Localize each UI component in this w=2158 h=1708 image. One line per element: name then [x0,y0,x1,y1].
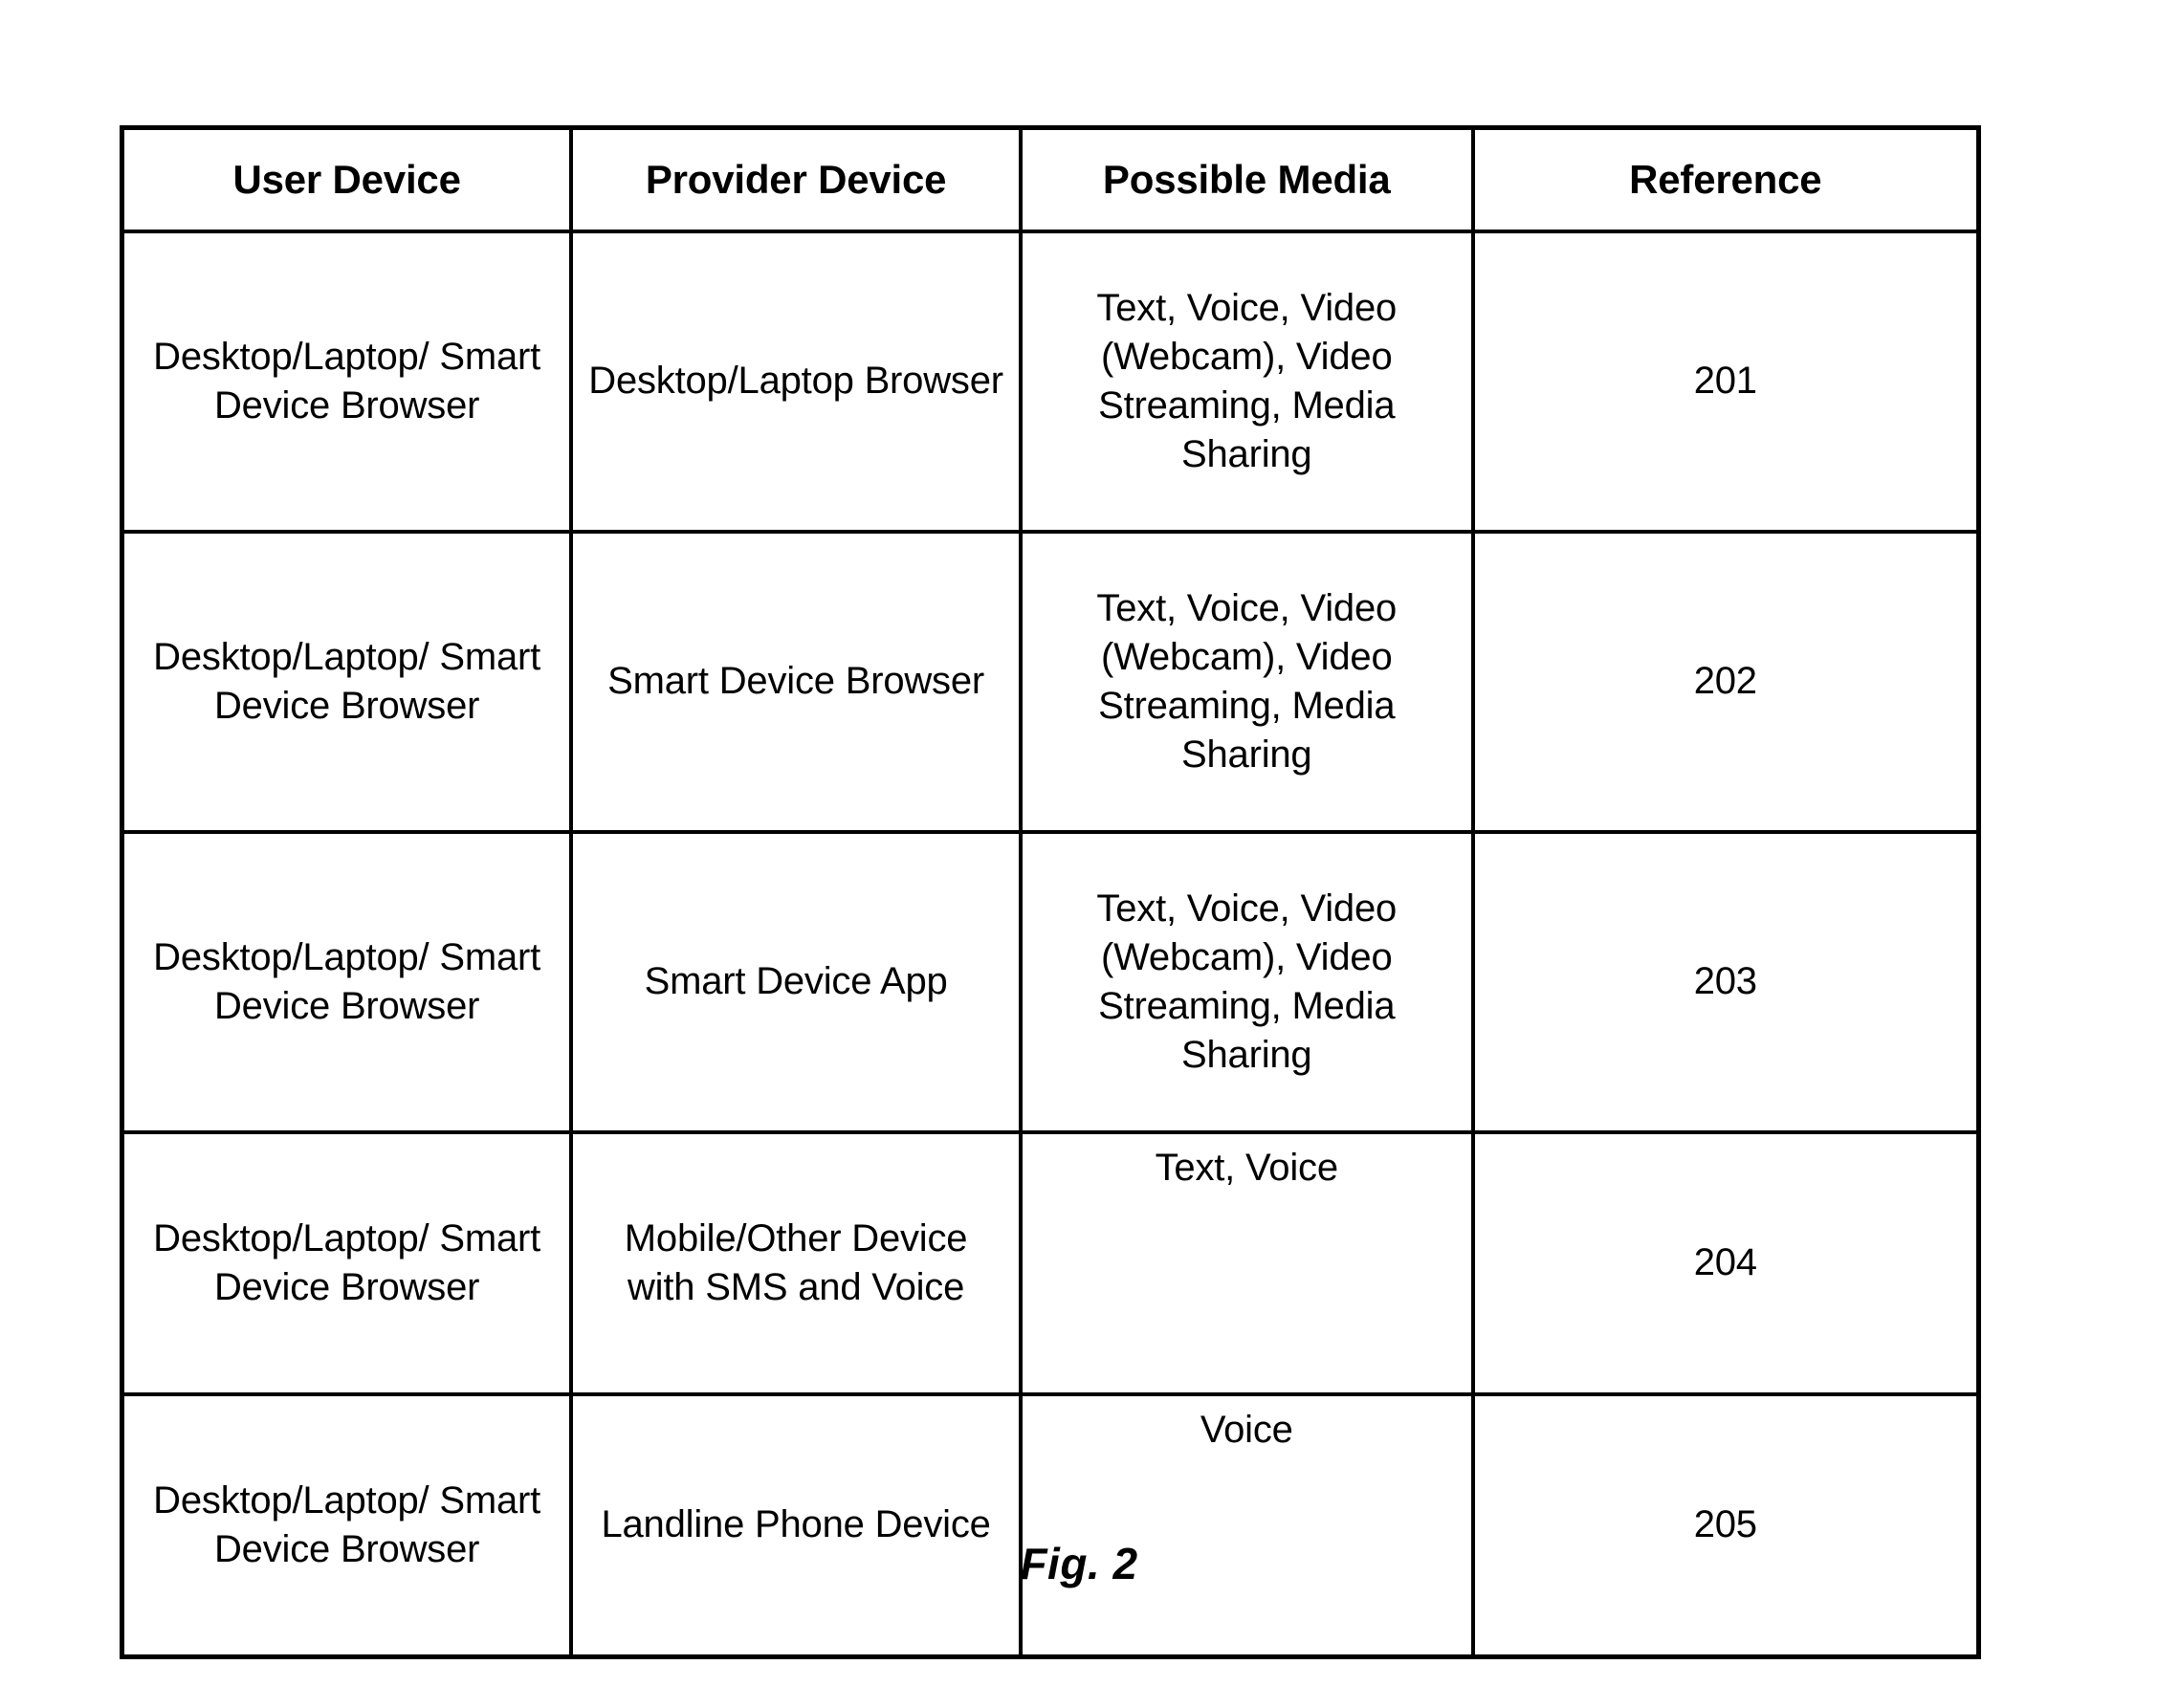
cell-provider-device: Smart Device App [569,830,1023,1134]
cell-user-device: Desktop/Laptop/ Smart Device Browser [120,830,574,1134]
cell-reference: 202 [1470,530,1981,834]
device-media-table-container: User Device Provider Device Possible Med… [120,125,1981,1659]
patent-figure-sheet: User Device Provider Device Possible Med… [0,0,2158,1708]
cell-provider-device: Landline Phone Device [569,1392,1023,1659]
cell-user-device: Desktop/Laptop/ Smart Device Browser [120,230,574,534]
cell-provider-device: Mobile/Other Device with SMS and Voice [569,1130,1023,1396]
column-header-reference: Reference [1470,125,1981,233]
cell-user-device: Desktop/Laptop/ Smart Device Browser [120,1392,574,1659]
table-row: Desktop/Laptop/ Smart Device Browser Des… [120,230,1981,534]
figure-caption: Fig. 2 [1020,1539,1138,1588]
cell-user-device: Desktop/Laptop/ Smart Device Browser [120,530,574,834]
column-header-possible-media: Possible Media [1018,125,1475,233]
cell-user-device: Desktop/Laptop/ Smart Device Browser [120,1130,574,1396]
cell-possible-media: Voice [1018,1392,1475,1659]
cell-possible-media: Text, Voice [1018,1130,1475,1396]
cell-reference: 204 [1470,1130,1981,1396]
table-row: Desktop/Laptop/ Smart Device Browser Sma… [120,530,1981,834]
cell-provider-device: Desktop/Laptop Browser [569,230,1023,534]
cell-reference: 205 [1470,1392,1981,1659]
cell-possible-media: Text, Voice, Video (Webcam), Video Strea… [1018,830,1475,1134]
column-header-user-device: User Device [120,125,574,233]
device-media-table: User Device Provider Device Possible Med… [120,125,1981,1659]
cell-reference: 203 [1470,830,1981,1134]
cell-provider-device: Smart Device Browser [569,530,1023,834]
cell-possible-media: Text, Voice, Video (Webcam), Video Strea… [1018,230,1475,534]
table-row: Desktop/Laptop/ Smart Device Browser Sma… [120,830,1981,1134]
cell-possible-media: Text, Voice, Video (Webcam), Video Strea… [1018,530,1475,834]
column-header-provider-device: Provider Device [569,125,1023,233]
table-body: Desktop/Laptop/ Smart Device Browser Des… [120,230,1981,1659]
cell-reference: 201 [1470,230,1981,534]
table-row: Desktop/Laptop/ Smart Device Browser Mob… [120,1130,1981,1396]
table-header-row: User Device Provider Device Possible Med… [120,125,1981,233]
table-row: Desktop/Laptop/ Smart Device Browser Lan… [120,1392,1981,1659]
table-header: User Device Provider Device Possible Med… [120,125,1981,233]
